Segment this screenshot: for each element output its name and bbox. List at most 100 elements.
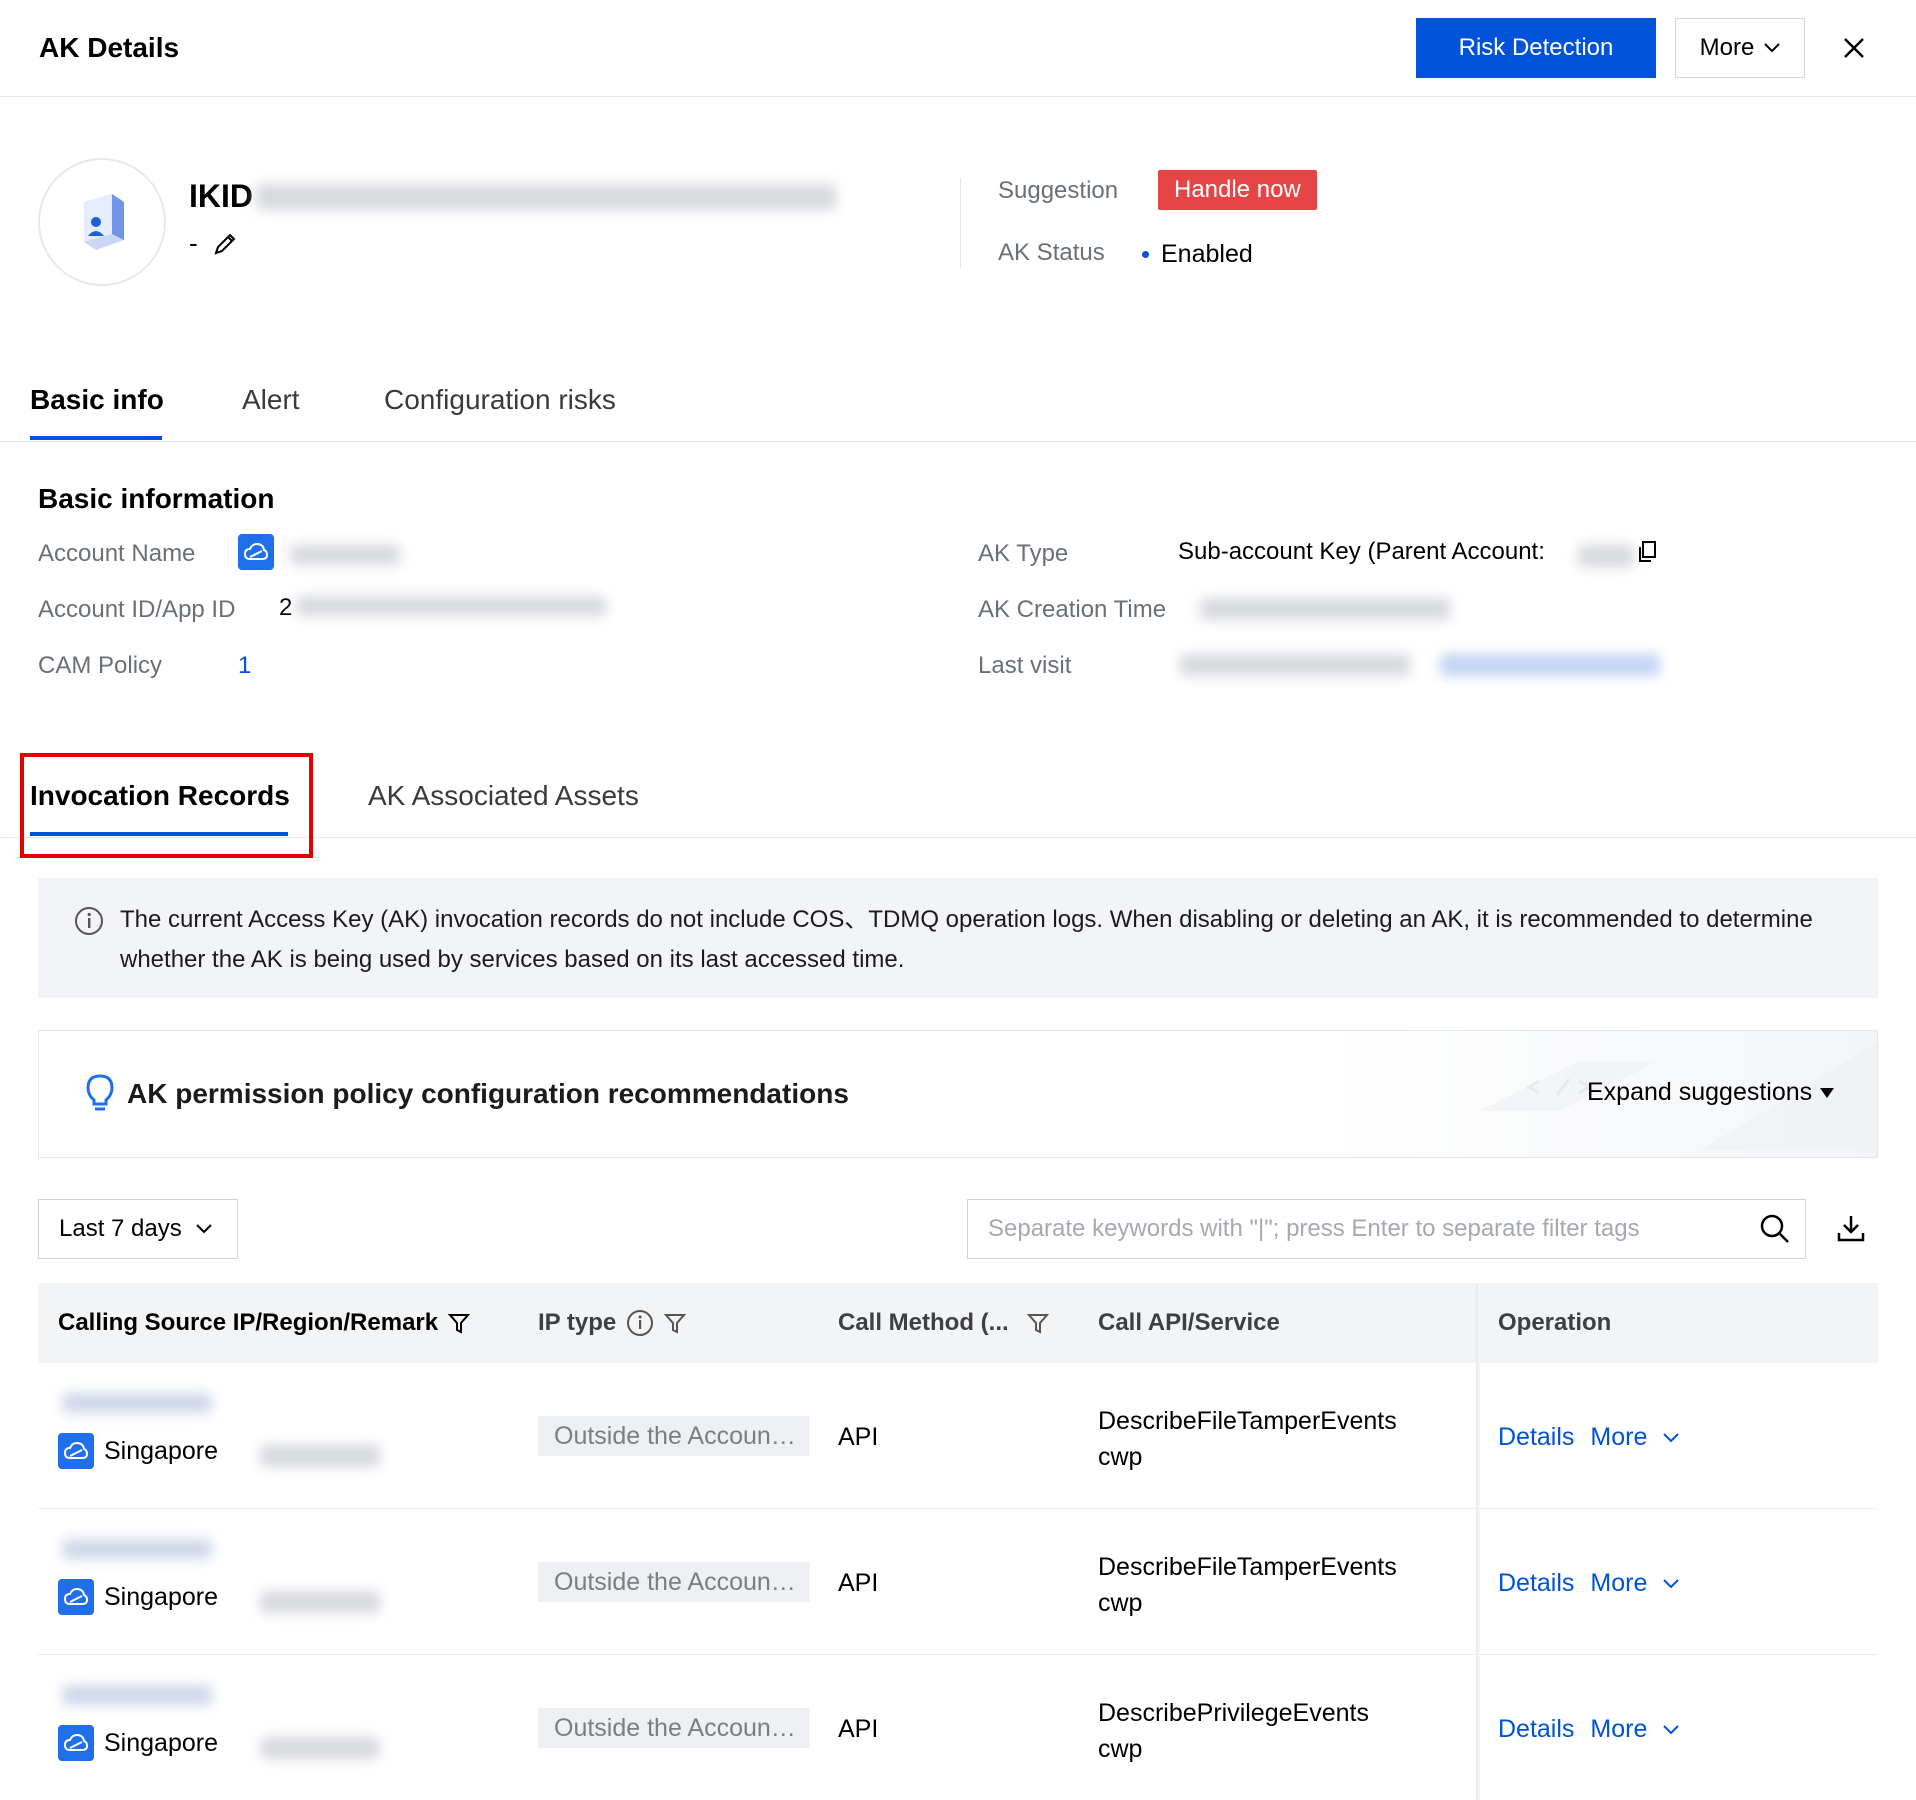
account-id-redacted bbox=[296, 596, 606, 616]
more-link[interactable]: More bbox=[1590, 1715, 1647, 1744]
remark-redacted bbox=[260, 1445, 380, 1467]
api-name: DescribeFileTamperEvents bbox=[1098, 1553, 1397, 1581]
call-method-cell: API bbox=[838, 1569, 879, 1597]
chevron-down-icon bbox=[196, 1224, 212, 1234]
chevron-down-icon[interactable] bbox=[1663, 1432, 1680, 1443]
region-cell: Singapore bbox=[58, 1433, 218, 1469]
tab-ak-associated-assets[interactable]: AK Associated Assets bbox=[368, 780, 639, 812]
notice-text: The current Access Key (AK) invocation r… bbox=[120, 906, 1813, 973]
table-row: Singapore Outside the Accoun… API Descri… bbox=[38, 1363, 1878, 1509]
col-calling-source: Calling Source IP/Region/Remark bbox=[58, 1309, 471, 1337]
status-dot bbox=[1142, 251, 1149, 258]
ak-status: Enabled bbox=[1142, 240, 1253, 269]
ak-remark: - bbox=[189, 228, 238, 259]
ip-type-tag: Outside the Accoun… bbox=[538, 1708, 810, 1748]
edit-icon[interactable] bbox=[212, 231, 238, 257]
call-api-cell: DescribeFileTamperEvents cwp bbox=[1098, 1403, 1397, 1475]
suggestion-title: AK permission policy configuration recom… bbox=[127, 1078, 849, 1109]
ip-type-tag: Outside the Accoun… bbox=[538, 1562, 810, 1602]
call-method-cell: API bbox=[838, 1715, 879, 1743]
account-name-label: Account Name bbox=[38, 540, 196, 567]
col-call-api: Call API/Service bbox=[1098, 1309, 1280, 1336]
col-ip-type-label: IP type bbox=[538, 1309, 617, 1336]
download-icon[interactable] bbox=[1836, 1213, 1866, 1243]
page-title: AK Details bbox=[39, 32, 180, 63]
info-icon bbox=[75, 907, 103, 935]
cam-policy-label: CAM Policy bbox=[38, 652, 163, 679]
creation-time-label: AK Creation Time bbox=[978, 596, 1167, 623]
ak-type-value: Sub-account Key (Parent Account: bbox=[1178, 538, 1545, 565]
service-name: cwp bbox=[1098, 1589, 1143, 1617]
filter-icon[interactable] bbox=[1026, 1312, 1049, 1334]
table-row: Singapore Outside the Accoun… API Descri… bbox=[38, 1509, 1878, 1655]
copy-icon[interactable] bbox=[1636, 540, 1658, 564]
call-api-cell: DescribePrivilegeEvents cwp bbox=[1098, 1695, 1369, 1767]
basic-info-title: Basic information bbox=[38, 483, 275, 514]
ak-id-redacted bbox=[256, 184, 836, 210]
details-link[interactable]: Details bbox=[1498, 1423, 1574, 1452]
highlight-annotation bbox=[20, 753, 313, 858]
cloud-account-icon bbox=[238, 534, 274, 570]
api-name: DescribePrivilegeEvents bbox=[1098, 1699, 1369, 1727]
profile-divider bbox=[960, 178, 961, 268]
caret-down-icon bbox=[1820, 1087, 1835, 1098]
cloud-region-icon bbox=[58, 1725, 94, 1761]
service-name: cwp bbox=[1098, 1735, 1143, 1763]
cam-policy-link[interactable]: 1 bbox=[238, 652, 251, 680]
info-notice: The current Access Key (AK) invocation r… bbox=[38, 878, 1878, 998]
region-label: Singapore bbox=[104, 1728, 218, 1757]
chevron-down-icon[interactable] bbox=[1663, 1578, 1680, 1589]
remark-value: - bbox=[189, 228, 198, 258]
more-button-label: More bbox=[1699, 34, 1755, 61]
search-box[interactable] bbox=[967, 1199, 1806, 1259]
account-id-label: Account ID/App ID bbox=[38, 596, 236, 623]
more-link[interactable]: More bbox=[1590, 1569, 1647, 1598]
parent-account-redacted bbox=[1578, 545, 1634, 567]
service-name: cwp bbox=[1098, 1443, 1143, 1471]
key-cube-icon bbox=[84, 194, 124, 250]
cloud-region-icon bbox=[58, 1433, 94, 1469]
search-icon[interactable] bbox=[1759, 1213, 1791, 1245]
risk-detection-button[interactable]: Risk Detection bbox=[1416, 18, 1656, 78]
search-input[interactable] bbox=[988, 1214, 1748, 1244]
api-name: DescribeFileTamperEvents bbox=[1098, 1407, 1397, 1435]
region-cell: Singapore bbox=[58, 1579, 218, 1615]
cloud-region-icon bbox=[58, 1579, 94, 1615]
chevron-down-icon[interactable] bbox=[1663, 1724, 1680, 1735]
tab-alert[interactable]: Alert bbox=[242, 384, 300, 416]
filter-icon[interactable] bbox=[448, 1312, 471, 1334]
filter-icon[interactable] bbox=[664, 1312, 687, 1334]
operation-cell: Details More bbox=[1498, 1423, 1680, 1452]
drawer-header: AK Details Risk Detection More bbox=[0, 0, 1916, 97]
active-tab-indicator bbox=[30, 436, 162, 440]
more-dropdown-button[interactable]: More bbox=[1675, 18, 1805, 78]
operation-cell: Details More bbox=[1498, 1569, 1680, 1598]
time-range-select[interactable]: Last 7 days bbox=[38, 1199, 238, 1259]
expand-suggestions-label: Expand suggestions bbox=[1587, 1078, 1813, 1106]
col-calling-source-label: Calling Source IP/Region/Remark bbox=[58, 1309, 439, 1336]
details-link[interactable]: Details bbox=[1498, 1569, 1574, 1598]
info-icon[interactable] bbox=[626, 1309, 654, 1337]
close-icon[interactable] bbox=[1836, 30, 1872, 66]
ak-status-value: Enabled bbox=[1161, 240, 1253, 268]
last-visit-redacted bbox=[1180, 654, 1410, 676]
source-ip-redacted bbox=[62, 1685, 212, 1705]
ak-id: IKID bbox=[189, 178, 253, 214]
details-link[interactable]: Details bbox=[1498, 1715, 1574, 1744]
more-link[interactable]: More bbox=[1590, 1423, 1647, 1452]
chevron-down-icon bbox=[1764, 43, 1781, 53]
source-ip-redacted bbox=[62, 1393, 212, 1413]
expand-suggestions-toggle[interactable]: Expand suggestions bbox=[1587, 1078, 1835, 1107]
region-label: Singapore bbox=[104, 1436, 218, 1465]
tab-configuration-risks[interactable]: Configuration risks bbox=[384, 384, 616, 416]
col-call-method-label: Call Method (... bbox=[838, 1309, 1009, 1336]
operation-cell: Details More bbox=[1498, 1715, 1680, 1744]
time-range-value: Last 7 days bbox=[59, 1215, 182, 1242]
last-visit-label: Last visit bbox=[978, 652, 1072, 679]
col-operation: Operation bbox=[1498, 1309, 1612, 1336]
tab-basic-info[interactable]: Basic info bbox=[30, 384, 164, 416]
ip-type-tag: Outside the Accoun… bbox=[538, 1416, 810, 1456]
source-ip-redacted bbox=[62, 1539, 212, 1559]
remark-redacted bbox=[260, 1737, 380, 1759]
policy-suggestion-panel: AK permission policy configuration recom… bbox=[38, 1030, 1879, 1158]
